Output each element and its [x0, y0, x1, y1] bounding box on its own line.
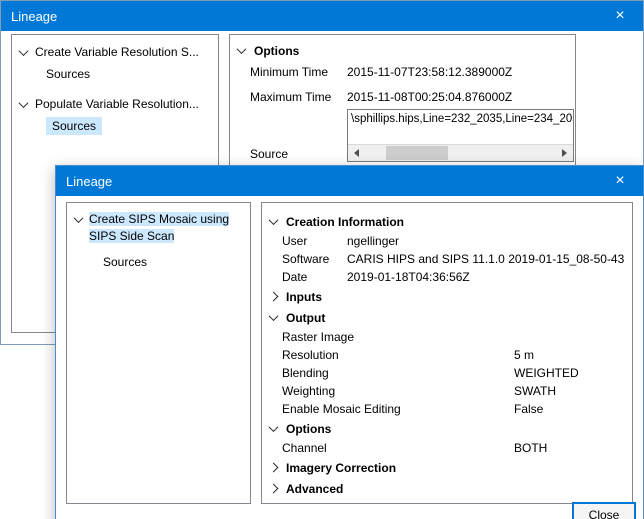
section-label: Options — [286, 422, 331, 436]
chevron-down-icon[interactable] — [19, 46, 29, 56]
horizontal-scrollbar[interactable] — [348, 144, 573, 161]
prop-label: Resolution — [282, 348, 514, 362]
prop-value: BOTH — [514, 441, 547, 455]
prop-row-minimum-time: Minimum Time 2015-11-07T23:58:12.389000Z — [230, 65, 575, 79]
titlebar-back[interactable]: Lineage × — [1, 1, 643, 31]
prop-value: CARIS HIPS and SIPS 11.1.0 2019-01-15_08… — [347, 252, 624, 266]
lineage-props-panel-front: Creation Information User ngellinger Sof… — [261, 202, 633, 504]
close-button[interactable]: Close — [572, 502, 636, 519]
titlebar-front[interactable]: Lineage × — [56, 166, 643, 196]
tree-item-create-sips-mosaic-selected[interactable]: Create SIPS Mosaic using SIPS Side Scan — [67, 211, 250, 245]
tree-item-label: Populate Variable Resolution... — [35, 97, 199, 111]
lineage-window-front: Lineage × Create SIPS Mosaic using SIPS … — [55, 165, 644, 519]
section-options-back[interactable]: Options — [230, 40, 575, 61]
prop-value: SWATH — [514, 384, 556, 398]
chevron-down-icon[interactable] — [269, 215, 279, 225]
section-output[interactable]: Output — [262, 307, 632, 328]
prop-label: Date — [282, 270, 347, 284]
chevron-down-icon[interactable] — [237, 44, 247, 54]
close-icon[interactable]: × — [597, 166, 643, 196]
section-options-front[interactable]: Options — [262, 418, 632, 439]
tree-item-label: Sources — [46, 117, 102, 135]
chevron-down-icon[interactable] — [269, 311, 279, 321]
tree-item-populate-variable-resolution[interactable]: Populate Variable Resolution... — [12, 93, 218, 115]
tree-item-label: Create SIPS Mosaic using SIPS Side Scan — [89, 212, 229, 243]
section-label: Creation Information — [286, 215, 404, 229]
tree-item-sources-1[interactable]: Sources — [12, 63, 218, 85]
section-imagery-correction[interactable]: Imagery Correction — [262, 457, 632, 478]
close-icon[interactable]: × — [597, 1, 643, 31]
scroll-right-icon[interactable] — [556, 145, 573, 161]
prop-label: User — [282, 234, 347, 248]
prop-value: ngellinger — [347, 234, 399, 248]
prop-row-channel: Channel BOTH — [262, 439, 632, 457]
window-title: Lineage — [11, 9, 57, 24]
prop-row-raster-image: Raster Image — [262, 328, 632, 346]
chevron-right-icon[interactable] — [269, 484, 279, 494]
tree-item-label: Create Variable Resolution S... — [35, 45, 199, 59]
prop-label: Enable Mosaic Editing — [282, 402, 514, 416]
tree-spacer — [12, 85, 218, 93]
chevron-down-icon[interactable] — [19, 98, 29, 108]
prop-label: Raster Image — [282, 330, 354, 344]
prop-row-resolution: Resolution 5 m — [262, 346, 632, 364]
prop-row-blending: Blending WEIGHTED — [262, 364, 632, 382]
prop-value: False — [514, 402, 543, 416]
source-value-box[interactable]: \sphillips.hips,Line=232_2035,Line=234_2… — [347, 109, 574, 162]
tree-item-label: Sources — [46, 67, 90, 81]
scrollbar-thumb[interactable] — [386, 146, 448, 160]
section-label: Advanced — [286, 482, 343, 496]
section-label: Imagery Correction — [286, 461, 396, 475]
prop-label: Blending — [282, 366, 514, 380]
prop-row-enable-mosaic-editing: Enable Mosaic Editing False — [262, 400, 632, 418]
section-advanced[interactable]: Advanced — [262, 478, 632, 499]
section-creation-information[interactable]: Creation Information — [262, 211, 632, 232]
section-label: Output — [286, 311, 325, 325]
lineage-tree-panel-front: Create SIPS Mosaic using SIPS Side Scan … — [66, 202, 251, 504]
window-title: Lineage — [66, 174, 112, 189]
prop-label: Weighting — [282, 384, 514, 398]
source-label: Source — [250, 147, 288, 161]
prop-label: Maximum Time — [250, 90, 347, 104]
section-inputs[interactable]: Inputs — [262, 286, 632, 307]
prop-row-software: Software CARIS HIPS and SIPS 11.1.0 2019… — [262, 250, 632, 268]
section-label: Inputs — [286, 290, 322, 304]
tree-item-create-variable-resolution[interactable]: Create Variable Resolution S... — [12, 41, 218, 63]
chevron-down-icon[interactable] — [269, 422, 279, 432]
chevron-down-icon[interactable] — [74, 213, 84, 223]
prop-row-date: Date 2019-01-18T04:36:56Z — [262, 268, 632, 286]
prop-value: WEIGHTED — [514, 366, 579, 380]
source-value-text: \sphillips.hips,Line=232_2035,Line=234_2… — [348, 110, 573, 125]
tree-item-sources[interactable]: Sources — [67, 251, 250, 273]
prop-value: 2015-11-08T00:25:04.876000Z — [347, 90, 512, 104]
chevron-right-icon[interactable] — [269, 292, 279, 302]
prop-value: 2019-01-18T04:36:56Z — [347, 270, 470, 284]
scroll-left-icon[interactable] — [348, 145, 365, 161]
chevron-right-icon[interactable] — [269, 463, 279, 473]
prop-value: 2015-11-07T23:58:12.389000Z — [347, 65, 512, 79]
screen: Lineage × Create Variable Resolution S..… — [0, 0, 644, 519]
prop-row-user: User ngellinger — [262, 232, 632, 250]
tree-item-sources-2-selected[interactable]: Sources — [12, 115, 218, 137]
prop-row-weighting: Weighting SWATH — [262, 382, 632, 400]
tree-item-label: Sources — [103, 255, 147, 269]
section-label: Options — [254, 44, 299, 58]
prop-label: Software — [282, 252, 347, 266]
prop-row-maximum-time: Maximum Time 2015-11-08T00:25:04.876000Z — [230, 90, 575, 104]
prop-label: Channel — [282, 441, 514, 455]
prop-label: Minimum Time — [250, 65, 347, 79]
prop-value: 5 m — [514, 348, 534, 362]
